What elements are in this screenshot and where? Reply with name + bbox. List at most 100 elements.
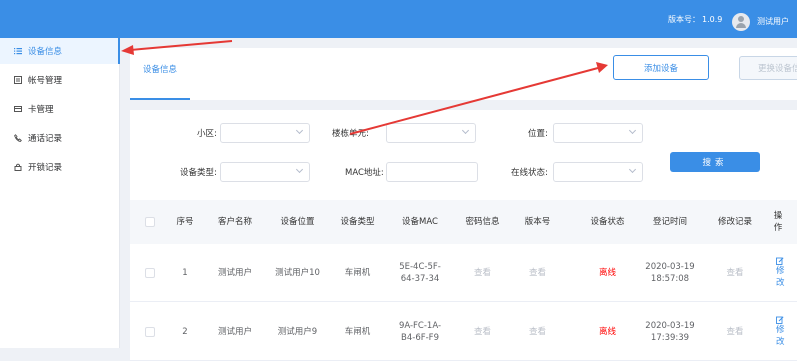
sidebar-item-label: 帐号管理: [28, 76, 63, 86]
location-label: 位置:: [528, 129, 548, 139]
edit-link-2[interactable]: 改: [776, 277, 785, 289]
search-button[interactable]: 搜索: [670, 152, 760, 172]
view-version-link[interactable]: 查看: [510, 244, 565, 302]
register-date: 2020-03-19: [645, 262, 695, 272]
chevron-down-icon: [628, 126, 637, 135]
row-ops: 修 改: [774, 244, 788, 302]
tab-bar: 设备信息 添加设备 更换设备信: [130, 48, 797, 100]
column-header: 设备类型: [340, 217, 375, 227]
building-label: 楼栋单元:: [332, 129, 369, 139]
cell-mac: 9A-FC-1A- B4-6F-F9: [385, 303, 455, 361]
row-checkbox-cell: [140, 244, 160, 302]
select-all-checkbox-cell: [140, 200, 160, 244]
view-version-link[interactable]: 查看: [510, 303, 565, 361]
chevron-down-icon: [295, 165, 304, 174]
filter-panel: 小区: 楼栋单元: 位置: 设备类型: MAC地址: 在线状态: 搜索 序号 客…: [130, 110, 797, 361]
cell-register-time: 2020-03-19 17:39:39: [635, 303, 705, 361]
mac-line-2: 64-37-34: [400, 274, 440, 284]
community-label: 小区:: [197, 129, 217, 139]
card-icon: [14, 105, 22, 113]
edit-icon[interactable]: [776, 257, 784, 265]
table-header: 序号 客户名称 设备位置 设备类型 设备MAC 密码信息 版本号 设备状态 登记…: [130, 200, 797, 244]
building-select[interactable]: [386, 123, 476, 143]
column-header: 修改记录: [717, 217, 752, 227]
chevron-down-icon: [295, 126, 304, 135]
phone-icon: [14, 134, 22, 142]
column-header: 设备位置: [280, 217, 315, 227]
mac-line-1: 9A-FC-1A-: [398, 321, 442, 331]
cell-type: 车闸机: [344, 327, 371, 337]
sidebar: 设备信息 帐号管理 卡管理 通话记录 开锁记录: [0, 38, 120, 348]
view-password-link[interactable]: 查看: [455, 244, 510, 302]
table-row: 1 测试用户 测试用户10 车闸机 5E-4C-5F- 64-37-34 查看 …: [130, 244, 797, 302]
column-header: 客户名称: [217, 217, 252, 227]
register-time: 18:57:08: [650, 274, 690, 284]
edit-link-1[interactable]: 修: [776, 265, 785, 277]
register-time: 17:39:39: [650, 333, 690, 343]
column-header: 序号: [176, 217, 194, 227]
row-ops: 修 改: [774, 303, 788, 361]
cell-type: 车闸机: [344, 268, 371, 278]
cell-customer: 测试用户: [217, 268, 252, 278]
version-number: 1.0.9: [702, 15, 723, 24]
column-header-ops: 操作: [771, 200, 785, 244]
tab-device-info[interactable]: 设备信息: [130, 48, 190, 100]
column-header: 设备MAC: [402, 217, 438, 227]
version-label: 版本号：: [668, 15, 700, 24]
online-status-label: 在线状态:: [511, 168, 548, 178]
list-icon: [14, 47, 22, 55]
mac-line-2: B4-6F-F9: [401, 333, 439, 343]
view-history-link[interactable]: 查看: [705, 244, 765, 302]
edit-link-1[interactable]: 修: [776, 324, 785, 336]
mac-input[interactable]: [386, 162, 478, 182]
column-header: 操作: [773, 211, 783, 233]
avatar[interactable]: [732, 13, 750, 31]
cell-location: 测试用户10: [275, 268, 320, 278]
replace-device-button[interactable]: 更换设备信: [739, 56, 797, 80]
table-row: 2 测试用户 测试用户9 车闸机 9A-FC-1A- B4-6F-F9 查看 查…: [130, 303, 797, 361]
column-header: 版本号: [524, 217, 551, 227]
column-header: 密码信息: [465, 217, 500, 227]
mac-line-1: 5E-4C-5F-: [399, 262, 441, 272]
location-select[interactable]: [553, 123, 643, 143]
row-checkbox[interactable]: [145, 327, 155, 337]
sidebar-item-device-info[interactable]: 设备信息: [0, 38, 120, 64]
lock-icon: [14, 163, 22, 171]
main-content: 设备信息 添加设备 更换设备信 小区: 楼栋单元: 位置: 设备类型: MAC地…: [130, 48, 797, 361]
online-status-select[interactable]: [553, 162, 643, 182]
community-select[interactable]: [220, 123, 310, 143]
edit-icon[interactable]: [776, 316, 784, 324]
account-icon: [14, 76, 22, 84]
top-header: 版本号： 1.0.9 测试用户: [0, 0, 797, 38]
sidebar-item-cards[interactable]: 卡管理: [0, 96, 120, 122]
row-checkbox-cell: [140, 303, 160, 361]
mac-label: MAC地址:: [345, 168, 384, 178]
row-checkbox[interactable]: [145, 268, 155, 278]
version-info: 版本号： 1.0.9: [668, 14, 722, 25]
edit-link-2[interactable]: 改: [776, 336, 785, 348]
sidebar-item-unlock-records[interactable]: 开锁记录: [0, 154, 120, 180]
cell-index: 2: [182, 327, 188, 337]
cell-mac: 5E-4C-5F- 64-37-34: [385, 244, 455, 302]
sidebar-item-call-records[interactable]: 通话记录: [0, 125, 120, 151]
device-type-label: 设备类型:: [180, 168, 217, 178]
register-date: 2020-03-19: [645, 321, 695, 331]
chevron-down-icon: [628, 165, 637, 174]
view-password-link[interactable]: 查看: [455, 303, 510, 361]
cell-register-time: 2020-03-19 18:57:08: [635, 244, 705, 302]
sidebar-item-label: 卡管理: [28, 105, 54, 115]
select-all-checkbox[interactable]: [145, 217, 155, 227]
sidebar-item-label: 设备信息: [28, 47, 63, 57]
user-name[interactable]: 测试用户: [757, 16, 789, 27]
cell-index: 1: [182, 268, 188, 278]
sidebar-item-accounts[interactable]: 帐号管理: [0, 67, 120, 93]
chevron-down-icon: [461, 126, 470, 135]
cell-location: 测试用户9: [277, 327, 318, 337]
column-header: 登记时间: [652, 217, 687, 227]
device-type-select[interactable]: [220, 162, 310, 182]
sidebar-item-label: 开锁记录: [28, 163, 63, 173]
cell-customer: 测试用户: [217, 327, 252, 337]
sidebar-item-label: 通话记录: [28, 134, 63, 144]
add-device-button[interactable]: 添加设备: [613, 55, 709, 80]
view-history-link[interactable]: 查看: [705, 303, 765, 361]
